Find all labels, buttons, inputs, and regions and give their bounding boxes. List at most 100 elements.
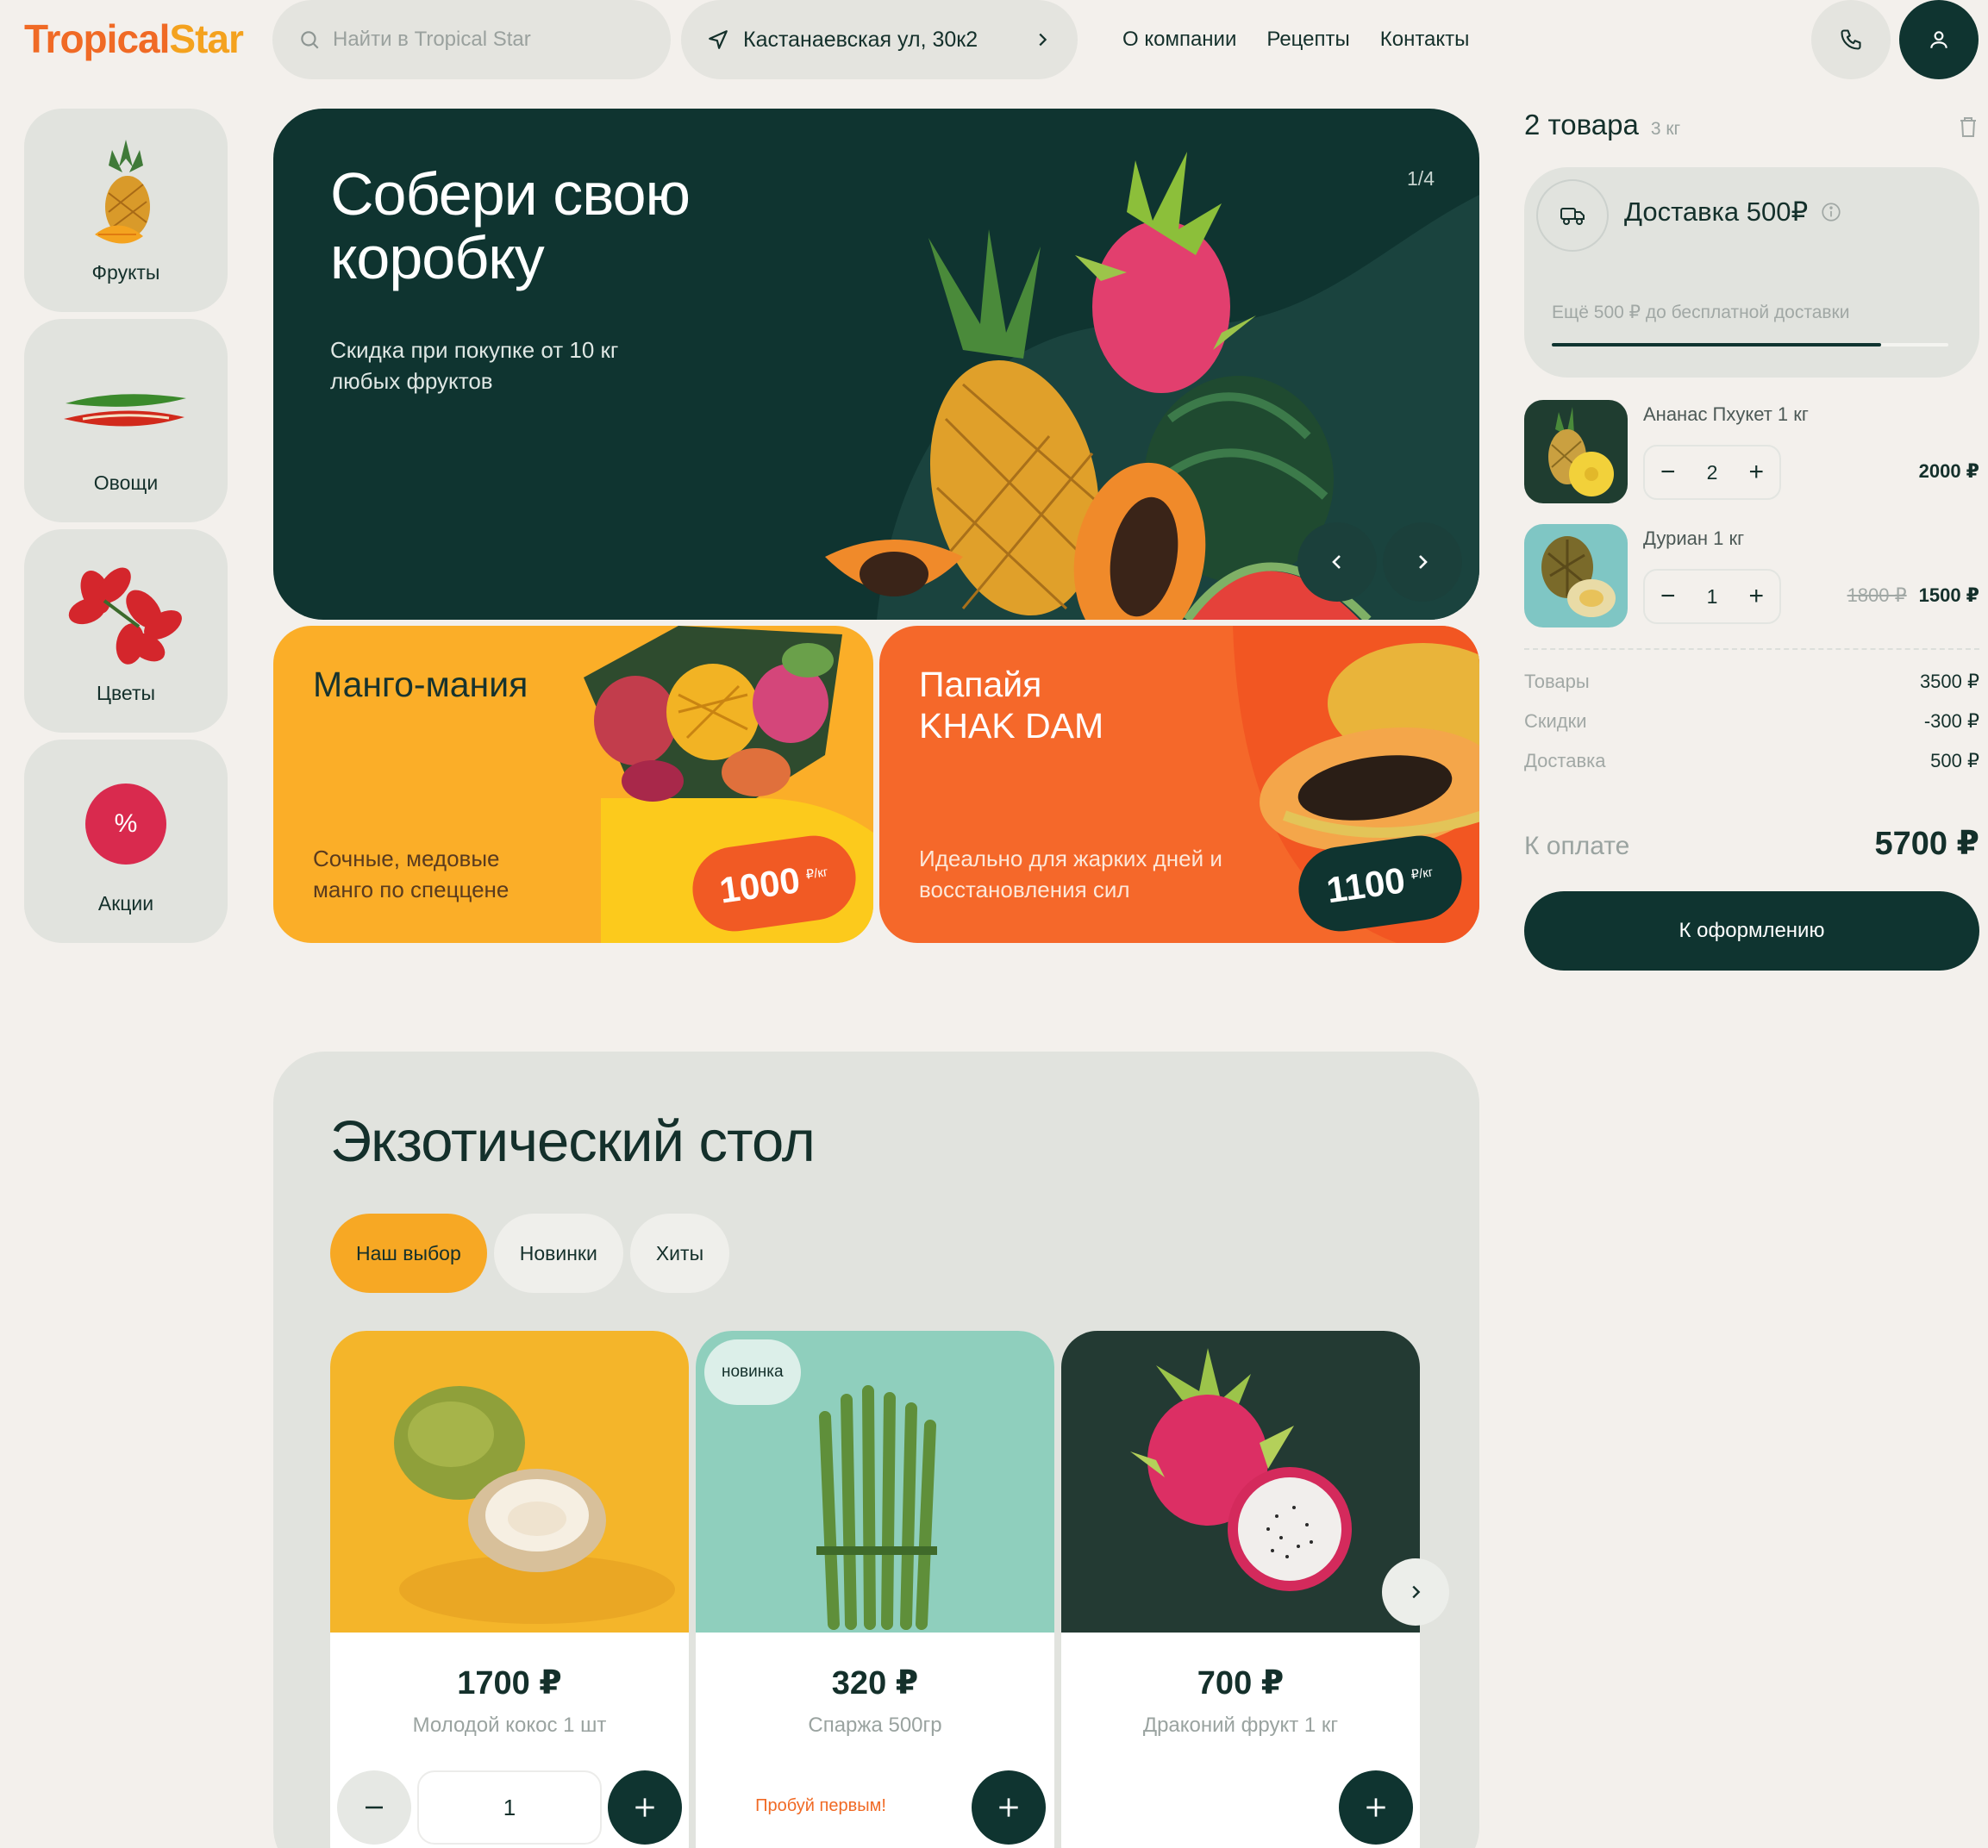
cart-item: Ананас Пхукет 1 кг − 2 + 2000 ₽	[1524, 400, 1979, 503]
quantity-stepper: − 1 +	[1643, 569, 1781, 624]
slide-indicator: 1/4	[1407, 167, 1435, 190]
nav-link-about[interactable]: О компании	[1122, 28, 1236, 52]
percent-badge-icon: %	[24, 764, 228, 884]
try-first-label: Пробуй первым!	[755, 1796, 886, 1815]
product-card[interactable]: 700 ₽ Драконий фрукт 1 кг	[1061, 1331, 1420, 1848]
product-card[interactable]: новинка 320 ₽ Спаржа 500гр Пробуй первым…	[696, 1331, 1054, 1848]
promo-unit: ₽/кг	[1410, 865, 1435, 883]
plus-icon	[999, 1798, 1018, 1817]
nav-link-contacts[interactable]: Контакты	[1380, 28, 1470, 52]
search-bar[interactable]	[272, 0, 671, 79]
cart-item-price: 1500 ₽	[1918, 584, 1979, 606]
tab-our-choice[interactable]: Наш выбор	[330, 1214, 487, 1293]
main-nav: О компании Рецепты Контакты	[1122, 0, 1469, 79]
free-delivery-note: Ещё 500 ₽ до бесплатной доставки	[1552, 303, 1850, 322]
product-tabs: Наш выбор Новинки Хиты	[330, 1214, 730, 1293]
add-button[interactable]	[972, 1770, 1046, 1845]
pineapple-icon	[24, 133, 228, 253]
exotic-section: Экзотический стол Наш выбор Новинки Хиты…	[273, 1052, 1479, 1848]
summary-label: Доставка	[1524, 750, 1606, 771]
add-button[interactable]	[608, 1770, 682, 1845]
profile-button[interactable]	[1899, 0, 1979, 79]
tab-new[interactable]: Новинки	[493, 1214, 623, 1293]
logo-text-star: Star	[169, 16, 243, 61]
summary-value: 500 ₽	[1930, 750, 1979, 771]
promo-card-papaya[interactable]: Папайя KHAK DAM Идеально для жарких дней…	[879, 626, 1479, 943]
carousel-next-button[interactable]	[1382, 1558, 1449, 1626]
category-label: Фрукты	[91, 261, 160, 284]
summary-divider	[1524, 648, 1979, 650]
section-title: Экзотический стол	[330, 1109, 816, 1174]
delivery-address-selector[interactable]: Кастанаевская ул, 30к2	[681, 0, 1078, 79]
plus-icon	[635, 1798, 654, 1817]
delivery-progress-bar	[1552, 343, 1948, 346]
total-value: 5700 ₽	[1874, 826, 1979, 862]
checkout-button[interactable]: К оформлению	[1524, 891, 1979, 971]
delivery-info-card: Доставка 500₽ Ещё 500 ₽ до бесплатной до…	[1524, 167, 1979, 378]
location-arrow-icon	[709, 30, 728, 49]
product-card[interactable]: 1700 ₽ Молодой кокос 1 шт 1	[330, 1331, 689, 1848]
hero-title: Собери свою коробку	[330, 160, 691, 291]
add-button[interactable]	[1339, 1770, 1413, 1845]
search-icon	[301, 31, 319, 49]
summary-value: -300 ₽	[1923, 710, 1979, 732]
new-badge: новинка	[704, 1339, 801, 1405]
decrease-button[interactable]: −	[1660, 582, 1676, 611]
cart-item-count: 2 товара	[1524, 109, 1639, 140]
trash-icon	[1960, 117, 1976, 137]
promo-price: 1100	[1323, 859, 1408, 911]
cart-item-old-price: 1800 ₽	[1847, 584, 1907, 606]
hero-subtitle: Скидка при покупке от 10 кг любых фрукто…	[330, 337, 619, 394]
total-row: К оплате 5700 ₽	[1524, 824, 1979, 863]
product-name: Спаржа 500гр	[808, 1714, 942, 1737]
clear-cart-button[interactable]	[1958, 116, 1979, 142]
cart-item: Дуриан 1 кг − 1 + 1800 ₽ 1500 ₽	[1524, 524, 1979, 627]
decrease-button[interactable]: −	[1660, 458, 1676, 487]
summary-row-discount: Скидки -300 ₽	[1524, 710, 1979, 733]
quantity-stepper: − 2 +	[1643, 445, 1781, 500]
promo-card-mango[interactable]: Манго-мания Сочные, медовые манго по спе…	[273, 626, 873, 943]
category-fruits[interactable]: Фрукты	[24, 109, 228, 312]
increase-button[interactable]: +	[1748, 582, 1764, 611]
decrease-button[interactable]	[337, 1770, 411, 1845]
brand-logo[interactable]: TropicalStar	[24, 16, 244, 62]
chili-pepper-icon	[24, 343, 228, 464]
category-label: Овощи	[93, 471, 159, 494]
chevron-right-icon	[1419, 555, 1428, 569]
summary-label: Скидки	[1524, 710, 1587, 732]
promo-title: Манго-мания	[313, 665, 528, 704]
promo-title: Папайя KHAK DAM	[919, 665, 1104, 746]
quantity-value: 2	[1706, 460, 1718, 484]
category-sales[interactable]: % Акции	[24, 740, 228, 943]
category-label: Акции	[97, 892, 154, 915]
phone-button[interactable]	[1811, 0, 1891, 79]
category-vegetables[interactable]: Овощи	[24, 319, 228, 522]
hero-banner[interactable]: Собери свою коробку Скидка при покупке о…	[273, 109, 1479, 620]
total-label: К оплате	[1524, 832, 1630, 860]
truck-icon	[1536, 179, 1609, 252]
promo-description: Идеально для жарких дней и восстановлени…	[919, 846, 1222, 902]
promo-price: 1000	[716, 859, 803, 911]
summary-value: 3500 ₽	[1919, 671, 1979, 692]
asparagus-image: новинка	[696, 1331, 1054, 1633]
quantity-field[interactable]: 1	[417, 1770, 602, 1845]
chevron-right-icon	[1039, 33, 1047, 47]
hero-prev-button[interactable]	[1297, 522, 1377, 602]
chevron-left-icon	[1332, 555, 1341, 569]
increase-button[interactable]: +	[1748, 458, 1764, 487]
summary-label: Товары	[1524, 671, 1590, 692]
tab-hits[interactable]: Хиты	[629, 1214, 730, 1293]
durian-thumbnail	[1524, 524, 1628, 627]
search-input[interactable]	[333, 28, 643, 52]
hero-next-button[interactable]	[1383, 522, 1462, 602]
address-text: Кастанаевская ул, 30к2	[743, 27, 978, 52]
product-price: 320 ₽	[831, 1665, 919, 1701]
flower-icon	[24, 553, 228, 674]
quantity-value: 1	[1706, 584, 1718, 608]
nav-link-recipes[interactable]: Рецепты	[1266, 28, 1349, 52]
info-icon[interactable]	[1820, 201, 1842, 223]
cart-item-name: Дуриан 1 кг	[1643, 528, 1745, 549]
percent-badge: %	[85, 784, 166, 865]
delivery-cost: Доставка 500₽	[1624, 197, 1809, 227]
category-flowers[interactable]: Цветы	[24, 529, 228, 733]
